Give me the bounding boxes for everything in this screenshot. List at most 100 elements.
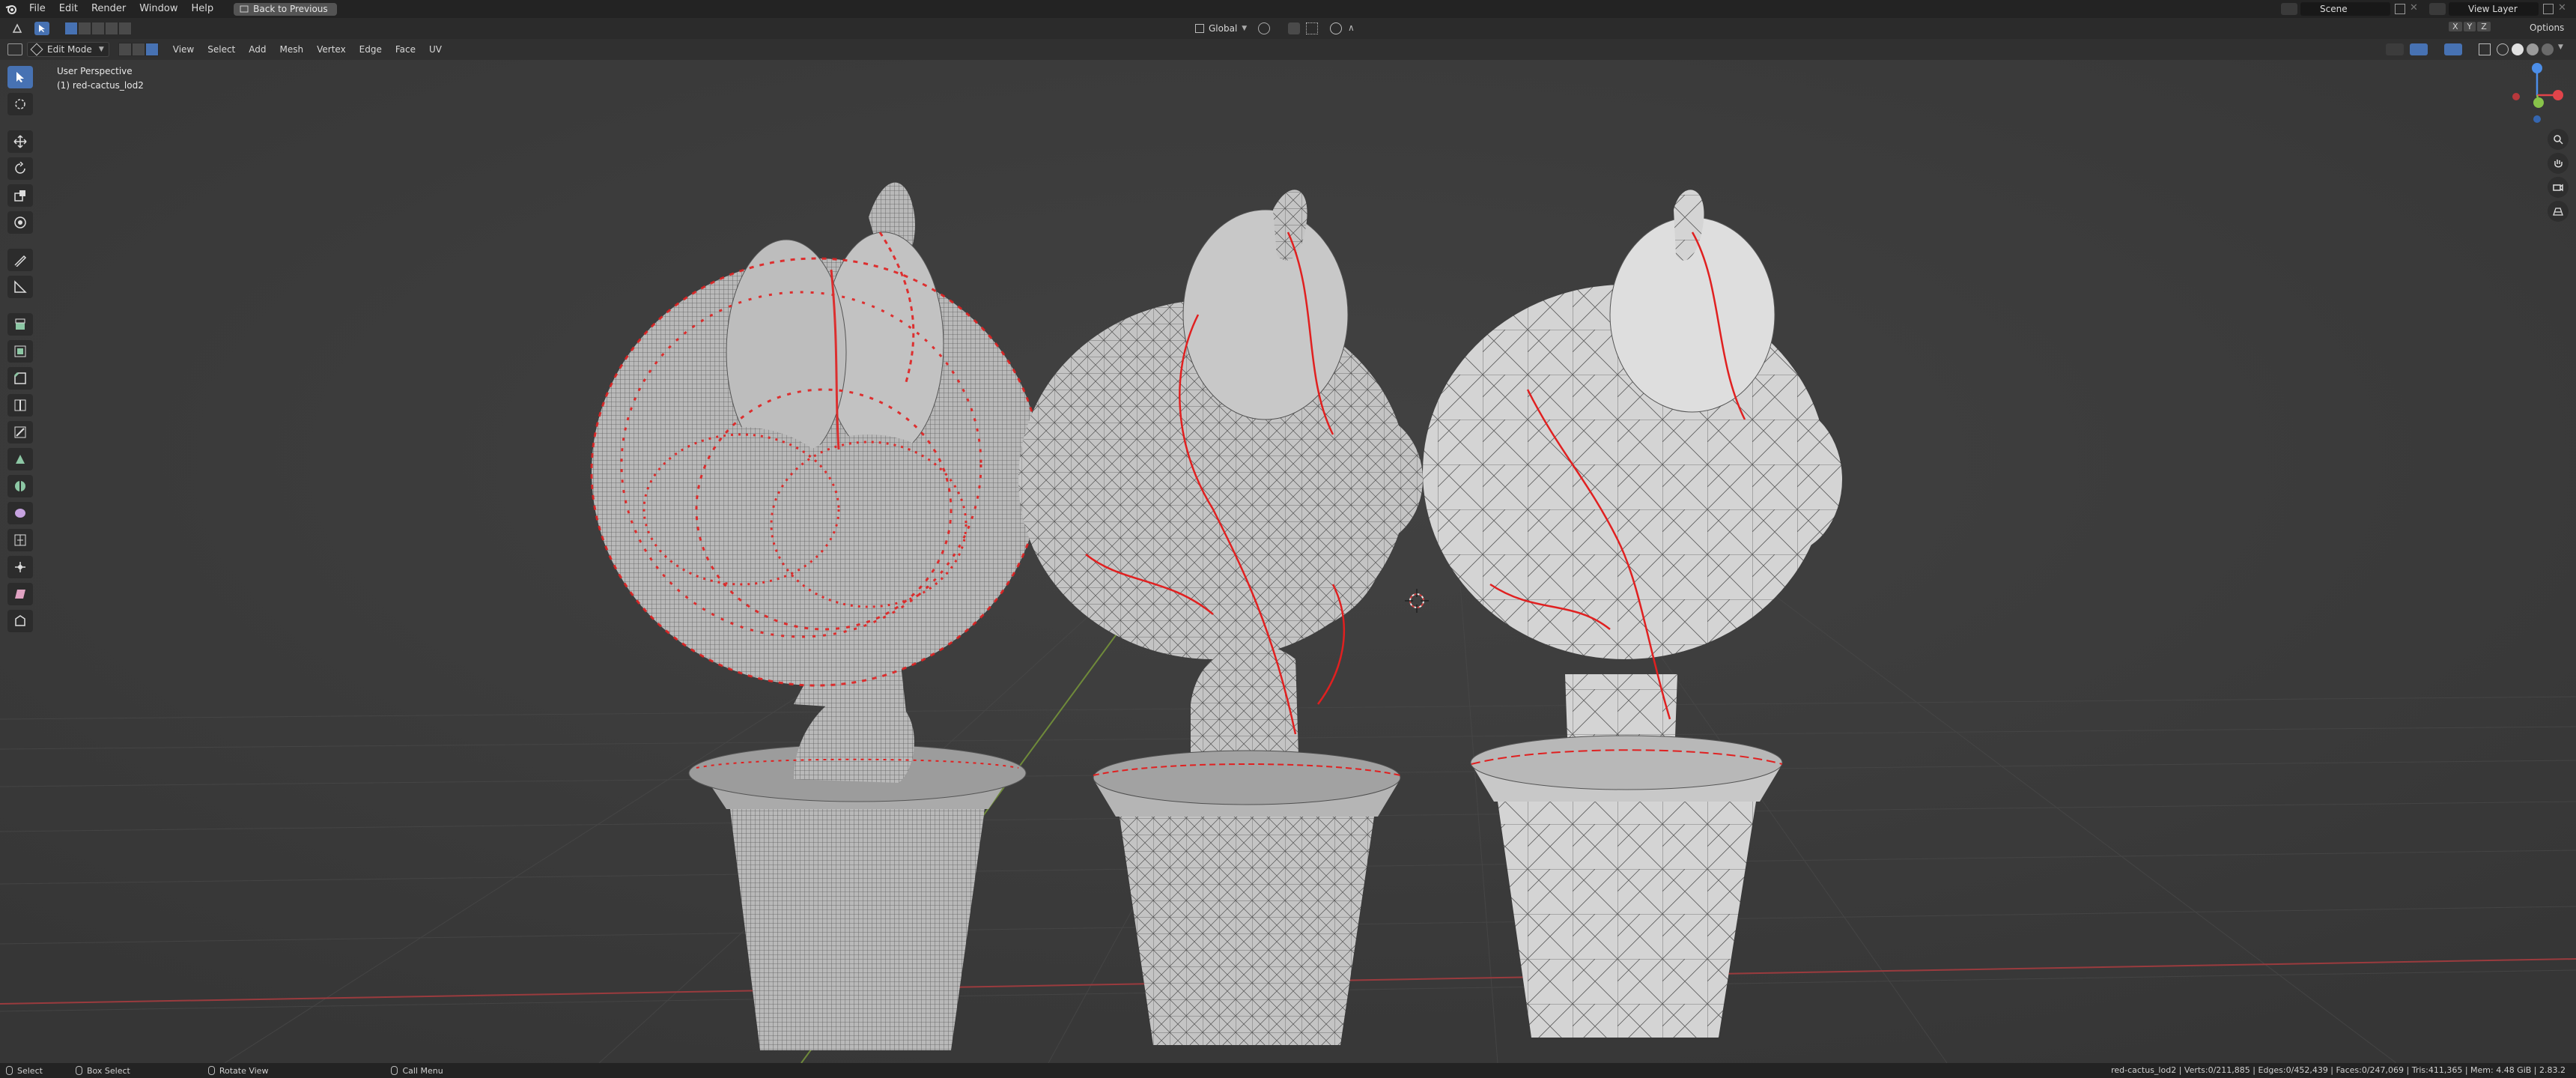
editor-type-icon[interactable] — [7, 22, 27, 35]
menu-edit[interactable]: Edit — [52, 0, 85, 18]
shear-icon[interactable] — [7, 583, 33, 605]
status-call-menu: Call Menu — [391, 1066, 443, 1076]
scene-field[interactable]: Scene — [2300, 2, 2390, 16]
xray-toggle-icon[interactable] — [2479, 43, 2491, 55]
proportional-editing-icon[interactable] — [1330, 22, 1342, 34]
menu-mesh[interactable]: Mesh — [273, 39, 311, 60]
menu-edge[interactable]: Edge — [353, 39, 389, 60]
mirror-z-toggle[interactable]: Z — [2477, 22, 2491, 31]
snap-target-icon[interactable] — [1306, 22, 1318, 34]
bevel-icon[interactable] — [7, 367, 33, 390]
menu-uv[interactable]: UV — [422, 39, 449, 60]
scene-type-icon[interactable] — [2281, 3, 2297, 15]
view-layer-new-icon[interactable] — [2543, 4, 2554, 14]
chevron-down-icon: ▼ — [1242, 25, 1248, 32]
select-invert-icon[interactable] — [105, 22, 118, 35]
poly-build-icon[interactable] — [7, 448, 33, 470]
select-new-icon[interactable] — [64, 22, 78, 35]
rip-icon[interactable] — [7, 610, 33, 632]
edit-mode-icon — [30, 43, 43, 56]
transform-icon[interactable] — [7, 211, 33, 234]
shading-options-icon[interactable]: ▼ — [2558, 43, 2563, 51]
viewport-header: Edit Mode ▼ View Select Add Mesh Vertex … — [0, 39, 2576, 60]
menu-help[interactable]: Help — [185, 0, 221, 18]
inset-icon[interactable] — [7, 340, 33, 363]
menu-render[interactable]: Render — [85, 0, 133, 18]
camera-view-icon[interactable] — [2548, 177, 2569, 198]
viewport-canvas[interactable] — [0, 60, 2576, 1064]
view-layer-type-icon[interactable] — [2429, 3, 2446, 15]
object-name: (1) red-cactus_lod2 — [57, 80, 144, 91]
pivot-point-icon[interactable] — [1258, 22, 1270, 34]
3d-viewport[interactable]: User Perspective (1) red-cactus_lod2 — [0, 60, 2576, 1064]
menu-file[interactable]: File — [22, 0, 52, 18]
mirror-x-toggle[interactable]: X — [2449, 22, 2462, 31]
knife-icon[interactable] — [7, 421, 33, 443]
mouse-left-icon — [6, 1066, 13, 1075]
menu-face[interactable]: Face — [389, 39, 422, 60]
menu-select[interactable]: Select — [201, 39, 242, 60]
snap-icon[interactable] — [1288, 22, 1300, 34]
view-layer-field[interactable]: View Layer — [2449, 2, 2539, 16]
mouse-drag-icon — [75, 1066, 82, 1075]
edge-slide-icon[interactable] — [7, 529, 33, 551]
orientation-icon — [1195, 24, 1204, 33]
select-intersect-icon[interactable] — [118, 22, 132, 35]
options-dropdown[interactable]: Options — [2530, 22, 2564, 33]
view-layer-name: View Layer — [2468, 4, 2518, 14]
view-layer-close-icon[interactable]: ✕ — [2558, 2, 2566, 13]
scene-close-icon[interactable]: ✕ — [2410, 2, 2418, 13]
spin-icon[interactable] — [7, 475, 33, 497]
measure-icon[interactable] — [7, 276, 33, 298]
select-box-icon[interactable] — [7, 66, 33, 88]
back-to-previous-button[interactable]: Back to Previous — [234, 2, 337, 16]
mode-dropdown[interactable]: Edit Mode ▼ — [27, 42, 109, 57]
blender-logo-icon[interactable] — [0, 4, 22, 14]
status-bar: Select Box Select Rotate View Call Menu … — [0, 1063, 2576, 1078]
edge-select-icon[interactable] — [131, 43, 145, 56]
back-to-previous-label: Back to Previous — [253, 4, 328, 14]
select-extend-icon[interactable] — [78, 22, 91, 35]
object-type-visibility-icon[interactable] — [2386, 43, 2404, 55]
extrude-icon[interactable] — [7, 313, 33, 336]
vertex-select-icon[interactable] — [118, 43, 132, 56]
screen-icon — [240, 5, 249, 13]
cursor-icon[interactable] — [7, 93, 33, 115]
falloff-icon[interactable]: ∧ — [1348, 22, 1355, 33]
orientation-label: Global — [1209, 23, 1238, 34]
scale-icon[interactable] — [7, 184, 33, 207]
status-rotate-view-label: Rotate View — [219, 1065, 269, 1076]
menu-window[interactable]: Window — [133, 0, 184, 18]
loop-cut-icon[interactable] — [7, 394, 33, 417]
annotate-icon[interactable] — [7, 249, 33, 271]
menu-add[interactable]: Add — [242, 39, 273, 60]
mirror-axes: X Y Z — [2449, 22, 2491, 31]
viewport-info: User Perspective (1) red-cactus_lod2 — [57, 64, 144, 93]
rotate-icon[interactable] — [7, 157, 33, 180]
select-subtract-icon[interactable] — [91, 22, 105, 35]
viewport-editor-icon[interactable] — [7, 43, 22, 55]
mode-label: Edit Mode — [47, 44, 92, 55]
select-mode-buttons — [118, 43, 159, 56]
shading-rendered-icon[interactable] — [2542, 43, 2554, 55]
menu-vertex[interactable]: Vertex — [310, 39, 353, 60]
face-select-icon[interactable] — [145, 43, 159, 56]
status-call-menu-label: Call Menu — [402, 1065, 443, 1076]
scene-new-icon[interactable] — [2395, 4, 2405, 14]
active-tool-icon[interactable] — [34, 22, 49, 35]
menu-view[interactable]: View — [166, 39, 201, 60]
overlays-toggle-icon[interactable] — [2444, 43, 2462, 55]
smooth-icon[interactable] — [7, 502, 33, 524]
shrink-fatten-icon[interactable] — [7, 556, 33, 578]
transform-orientation-dropdown[interactable]: Global ▼ — [1195, 22, 1247, 35]
move-icon[interactable] — [7, 130, 33, 153]
zoom-icon[interactable] — [2548, 129, 2569, 150]
mirror-y-toggle[interactable]: Y — [2463, 22, 2476, 31]
shading-solid-icon[interactable] — [2512, 43, 2524, 55]
shading-wireframe-icon[interactable] — [2497, 43, 2509, 55]
perspective-toggle-icon[interactable] — [2548, 201, 2569, 222]
shading-material-icon[interactable] — [2527, 43, 2539, 55]
tool-shelf — [7, 66, 34, 632]
gizmo-toggle-icon[interactable] — [2410, 43, 2428, 55]
pan-hand-icon[interactable] — [2548, 153, 2569, 174]
